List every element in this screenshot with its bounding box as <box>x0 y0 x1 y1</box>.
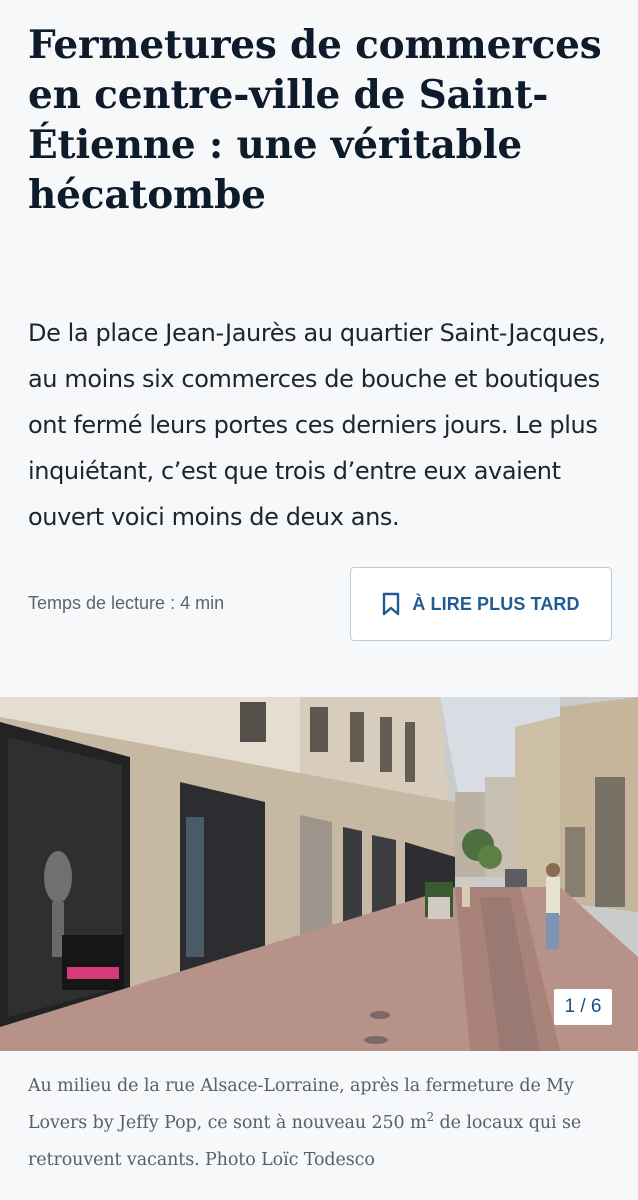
caption-superscript: 2 <box>426 1110 435 1125</box>
reading-time: Temps de lecture : 4 min <box>28 593 225 613</box>
article-photo[interactable]: 1 / 6 <box>0 697 638 1051</box>
street-photo <box>0 697 638 1051</box>
article-lede: De la place Jean-Jaurès au quartier Sain… <box>28 319 606 531</box>
article-meta-row: Temps de lecture : 4 min À LIRE PLUS TAR… <box>28 567 612 643</box>
article-headline: Fermetures de commerces en centre-ville … <box>28 22 602 218</box>
photo-caption: Au milieu de la rue Alsace-Lorraine, apr… <box>28 1068 618 1179</box>
photo-counter: 1 / 6 <box>554 989 612 1025</box>
read-later-button[interactable]: À LIRE PLUS TARD <box>350 567 612 641</box>
read-later-label: À LIRE PLUS TARD <box>412 593 580 614</box>
bookmark-icon <box>382 592 400 616</box>
article-page: Fermetures de commerces en centre-ville … <box>0 0 638 1200</box>
